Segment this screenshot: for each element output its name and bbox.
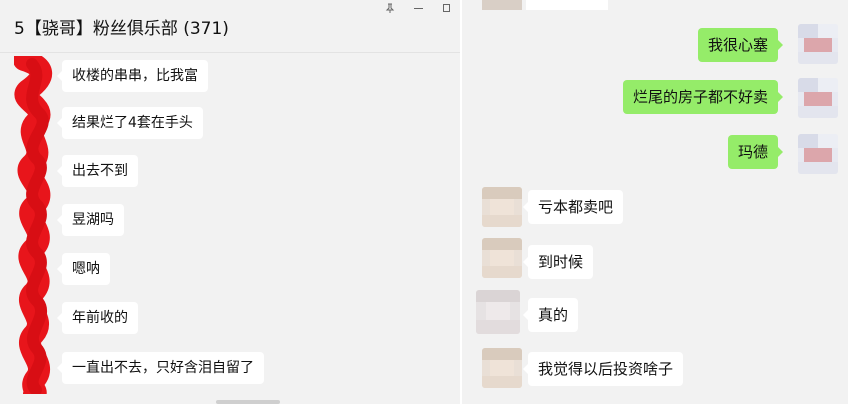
contact-avatar[interactable]	[482, 348, 522, 388]
my-avatar[interactable]	[798, 134, 838, 174]
clipped-message	[526, 0, 608, 10]
clipped-avatar	[482, 0, 522, 10]
chat-title: 5【骁哥】粉丝俱乐部 (371)	[14, 19, 229, 39]
received-message-bubble[interactable]: 到时候	[522, 245, 594, 279]
message-bubble[interactable]: 出去不到	[57, 155, 138, 187]
left-chat-panel: 5【骁哥】粉丝俱乐部 (371) 收楼的串串，比我富 结果烂了4套在手头 出去不…	[0, 0, 460, 404]
message-bubble[interactable]: 结果烂了4套在手头	[57, 107, 203, 139]
received-message-bubble[interactable]: 我觉得以后投资啥子	[522, 352, 684, 386]
message-bubble[interactable]: 收楼的串串，比我富	[57, 60, 208, 92]
received-message-bubble[interactable]: 真的	[522, 298, 579, 332]
my-avatar[interactable]	[798, 78, 838, 118]
redaction-scribble	[14, 56, 52, 394]
contact-avatar[interactable]	[482, 238, 522, 278]
sent-message-bubble[interactable]: 烂尾的房子都不好卖	[622, 80, 784, 114]
contact-avatar[interactable]	[476, 290, 520, 334]
horizontal-scrollbar[interactable]	[216, 400, 280, 404]
contact-avatar[interactable]	[482, 187, 522, 227]
message-bubble[interactable]: 昱湖吗	[57, 204, 124, 236]
maximize-icon[interactable]	[432, 0, 460, 16]
message-bubble[interactable]: 嗯呐	[57, 253, 110, 285]
message-bubble[interactable]: 年前收的	[57, 302, 138, 334]
received-message-bubble[interactable]: 亏本都卖吧	[522, 190, 624, 224]
right-chat-panel: 我很心塞 烂尾的房子都不好卖 玛德 亏本都卖吧 到时候 真的 我觉得以后投资啥子	[462, 0, 848, 404]
sent-message-bubble[interactable]: 玛德	[727, 135, 784, 169]
message-bubble[interactable]: 一直出不去，只好含泪自留了	[57, 352, 264, 384]
sent-message-bubble[interactable]: 我很心塞	[697, 28, 784, 62]
pin-icon[interactable]	[376, 0, 404, 16]
chat-header: 5【骁哥】粉丝俱乐部 (371)	[0, 0, 460, 53]
screenshot-canvas: 5【骁哥】粉丝俱乐部 (371) 收楼的串串，比我富 结果烂了4套在手头 出去不…	[0, 0, 852, 410]
window-controls	[376, 0, 460, 16]
my-avatar[interactable]	[798, 24, 838, 64]
minimize-icon[interactable]	[404, 0, 432, 16]
